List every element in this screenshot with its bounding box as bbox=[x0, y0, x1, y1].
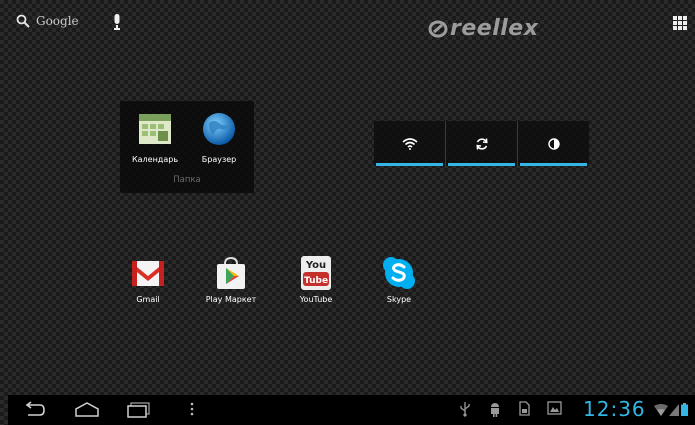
sync-toggle[interactable] bbox=[446, 121, 518, 166]
app-label: Skype bbox=[386, 295, 412, 304]
app-label: YouTube bbox=[299, 295, 333, 304]
app-play-store[interactable]: Play Маркет bbox=[197, 254, 265, 304]
brand-mark-icon bbox=[428, 20, 448, 37]
folder-name: Папка bbox=[173, 175, 201, 185]
globe-icon bbox=[203, 113, 235, 145]
brightness-active-indicator bbox=[520, 163, 587, 166]
gallery-notification-icon bbox=[547, 401, 562, 415]
voice-search-button[interactable] bbox=[112, 14, 122, 34]
wifi-signal-icon bbox=[654, 404, 668, 416]
android-debug-icon bbox=[491, 403, 499, 417]
all-apps-button[interactable] bbox=[673, 16, 687, 30]
menu-icon[interactable] bbox=[190, 401, 194, 417]
search-icon bbox=[16, 14, 30, 28]
wifi-active-indicator bbox=[376, 163, 443, 166]
battery-icon bbox=[681, 403, 688, 416]
folder-app-label: Календарь bbox=[131, 155, 179, 164]
folder-popup: Календарь Браузер Папка bbox=[120, 101, 254, 193]
wifi-icon bbox=[401, 137, 418, 150]
folder-app-calendar[interactable]: Календарь bbox=[129, 111, 181, 164]
usb-icon bbox=[460, 402, 470, 417]
system-bar: 12:36 bbox=[8, 395, 695, 425]
brightness-toggle[interactable] bbox=[518, 121, 589, 166]
brightness-icon bbox=[547, 137, 560, 150]
app-youtube[interactable]: You Tube YouTube bbox=[282, 254, 350, 304]
brand-text: reellex bbox=[450, 16, 539, 41]
gmail-icon bbox=[132, 261, 164, 286]
youtube-icon: You Tube bbox=[301, 256, 331, 290]
google-search-bar[interactable]: Google bbox=[16, 14, 79, 28]
home-icon[interactable] bbox=[74, 401, 100, 419]
skype-icon bbox=[383, 257, 415, 289]
app-gmail[interactable]: Gmail bbox=[114, 254, 182, 304]
folder-app-browser[interactable]: Браузер bbox=[193, 111, 245, 164]
recent-apps-icon[interactable] bbox=[126, 401, 152, 419]
folder-app-label: Браузер bbox=[201, 155, 237, 164]
sync-icon bbox=[475, 137, 488, 150]
app-label: Gmail bbox=[136, 295, 160, 304]
youtube-logo-tube: Tube bbox=[304, 276, 328, 286]
power-control-widget bbox=[374, 121, 589, 166]
app-label: Play Маркет bbox=[205, 295, 257, 304]
cell-signal-icon bbox=[669, 404, 679, 416]
search-label: Google bbox=[36, 14, 79, 28]
brand-logo: reellex bbox=[428, 16, 538, 41]
microphone-icon bbox=[114, 14, 120, 30]
app-skype[interactable]: Skype bbox=[365, 254, 433, 304]
youtube-logo-you: You bbox=[305, 260, 326, 271]
calendar-icon bbox=[139, 114, 171, 144]
back-icon[interactable] bbox=[22, 401, 46, 419]
wifi-toggle[interactable] bbox=[374, 121, 446, 166]
sync-active-indicator bbox=[448, 163, 515, 166]
play-store-icon bbox=[217, 256, 245, 289]
home-screen: Google reellex Календарь Браузер Папка G… bbox=[8, 0, 695, 425]
clock[interactable]: 12:36 bbox=[583, 397, 646, 421]
sd-card-icon bbox=[519, 401, 530, 416]
